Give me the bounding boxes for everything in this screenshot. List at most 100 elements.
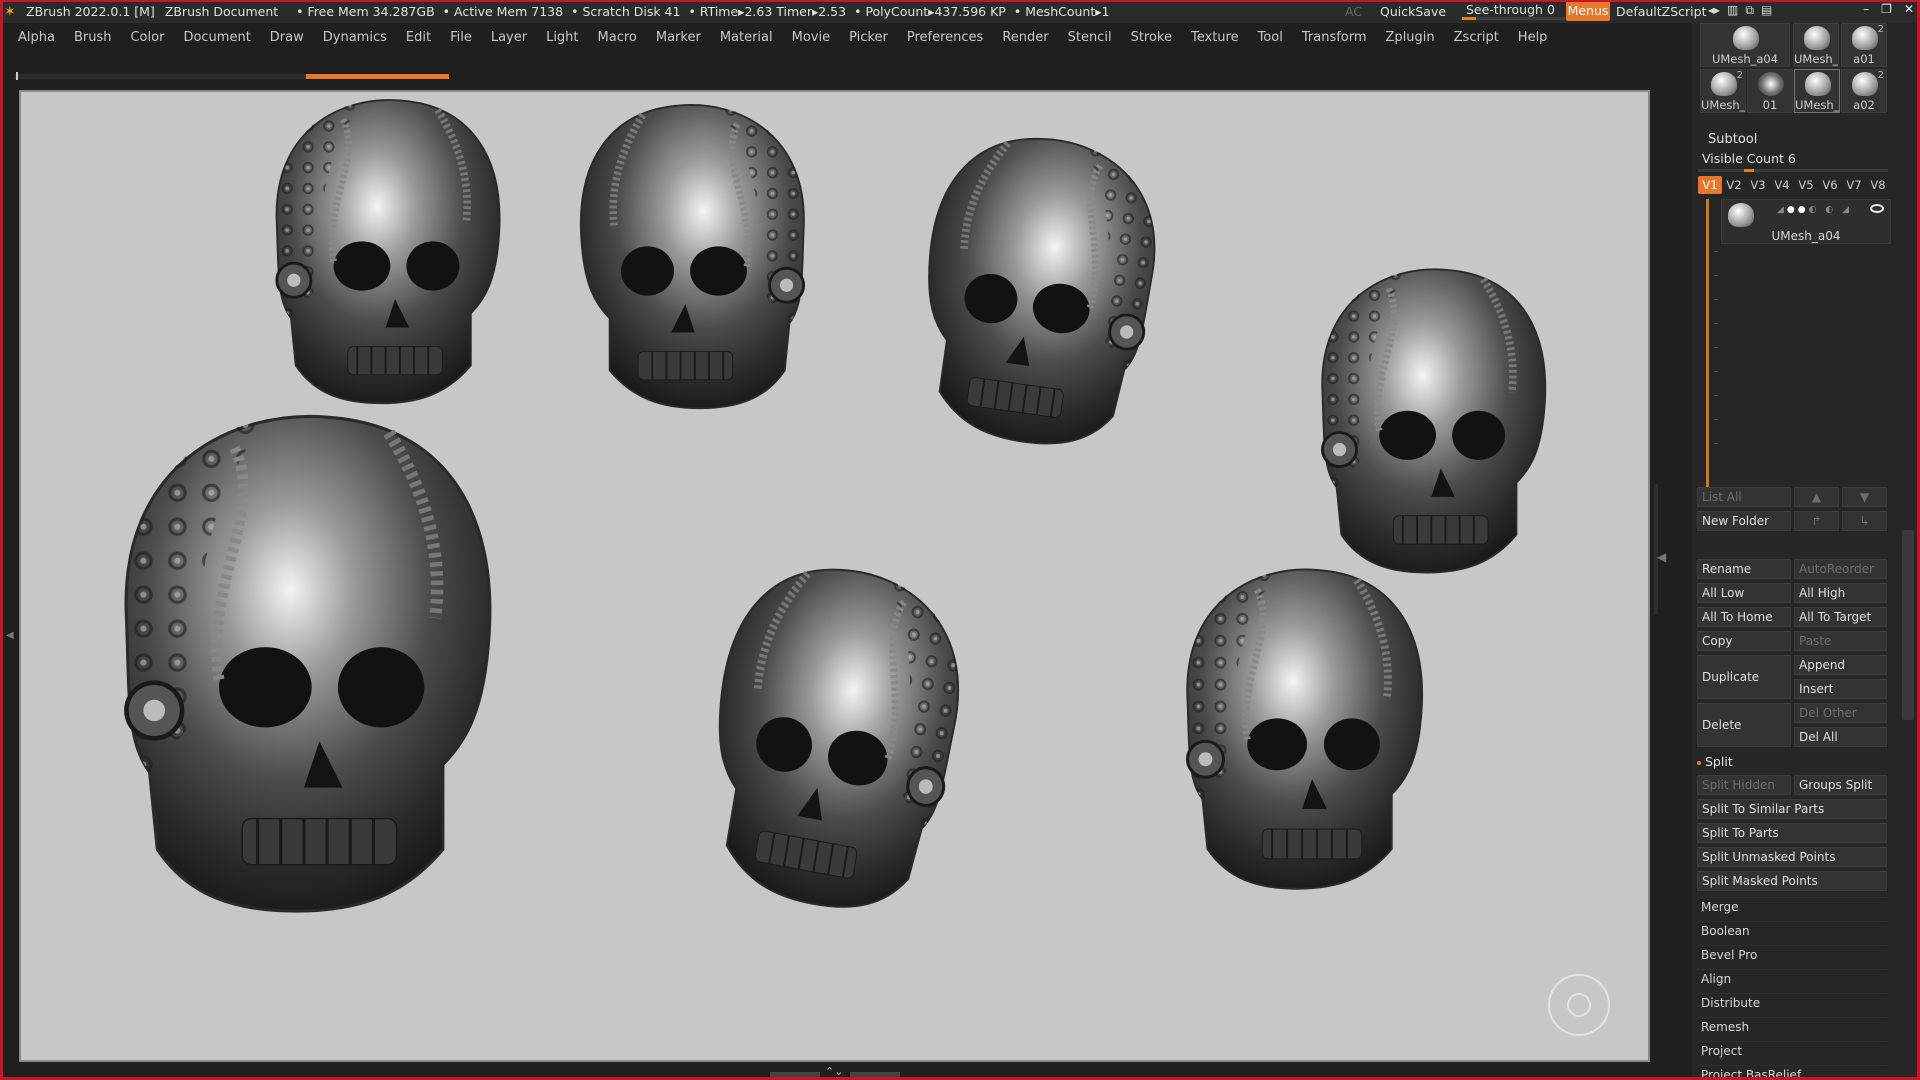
all-high-button[interactable]: All High xyxy=(1794,583,1887,603)
menu-material[interactable]: Material xyxy=(710,30,783,45)
default-zscript-button[interactable]: DefaultZScript xyxy=(1616,4,1707,19)
delete-button[interactable]: Delete xyxy=(1697,703,1791,747)
section-bevel-pro[interactable]: Bevel Pro xyxy=(1697,945,1887,965)
folder-move-icon[interactable]: ↱ xyxy=(1794,511,1839,531)
copy-button[interactable]: Copy xyxy=(1697,631,1791,651)
split-masked-button[interactable]: Split Masked Points xyxy=(1697,871,1887,891)
new-folder-button[interactable]: New Folder xyxy=(1697,511,1791,531)
menu-document[interactable]: Document xyxy=(173,30,260,45)
del-other-button[interactable]: Del Other xyxy=(1794,703,1887,723)
all-low-button[interactable]: All Low xyxy=(1697,583,1791,603)
tray-icon[interactable]: ▤ xyxy=(1761,3,1772,18)
list-scrollbar[interactable] xyxy=(1706,199,1709,489)
split-section-header[interactable]: Split xyxy=(1697,754,1733,769)
tool-thumb[interactable]: UMesh_ xyxy=(1793,23,1839,67)
menu-alpha[interactable]: Alpha xyxy=(8,30,65,45)
right-tray-toggle[interactable]: ◀ xyxy=(1652,90,1692,1062)
append-button[interactable]: Append xyxy=(1794,655,1887,675)
menu-zplugin[interactable]: Zplugin xyxy=(1376,30,1445,45)
subtool-title[interactable]: Subtool xyxy=(1708,132,1757,147)
menu-macro[interactable]: Macro xyxy=(588,30,647,45)
menu-marker[interactable]: Marker xyxy=(646,30,711,45)
eye-icon[interactable] xyxy=(1870,204,1884,213)
version-button-v7[interactable]: V7 xyxy=(1842,176,1866,194)
split-unmasked-button[interactable]: Split Unmasked Points xyxy=(1697,847,1887,867)
split-similar-button[interactable]: Split To Similar Parts xyxy=(1697,799,1887,819)
version-button-v2[interactable]: V2 xyxy=(1722,176,1746,194)
section-boolean[interactable]: Boolean xyxy=(1697,921,1887,941)
tool-thumb[interactable]: UMesh_a04 xyxy=(1700,23,1790,67)
version-button-v6[interactable]: V6 xyxy=(1818,176,1842,194)
groups-split-button[interactable]: Groups Split xyxy=(1794,775,1887,795)
bottom-tray-toggle[interactable]: ⌃⌄ xyxy=(770,1065,900,1080)
rename-button[interactable]: Rename xyxy=(1697,559,1791,579)
tool-thumb[interactable]: 01 xyxy=(1747,69,1793,113)
move-down-icon[interactable]: ▼ xyxy=(1842,487,1887,507)
move-up-icon[interactable]: ▲ xyxy=(1794,487,1839,507)
ui-arrows-icon[interactable]: ◂▸ xyxy=(1708,3,1720,18)
version-button-v8[interactable]: V8 xyxy=(1866,176,1890,194)
menu-dynamics[interactable]: Dynamics xyxy=(313,30,397,45)
subtool-item[interactable]: ◢●●◐ ◐ ◢ UMesh_a04 xyxy=(1721,199,1891,244)
duplicate-button[interactable]: Duplicate xyxy=(1697,655,1791,699)
subtool-toggles[interactable]: ◢●●◐ ◐ ◢ xyxy=(1777,205,1852,215)
quicksave-button[interactable]: QuickSave xyxy=(1380,4,1446,19)
menu-stroke[interactable]: Stroke xyxy=(1121,30,1182,45)
menu-draw[interactable]: Draw xyxy=(260,30,314,45)
active-document-indicator[interactable] xyxy=(306,74,449,79)
menu-color[interactable]: Color xyxy=(120,30,174,45)
restore-icon[interactable]: ❐ xyxy=(1881,2,1892,16)
version-button-v3[interactable]: V3 xyxy=(1746,176,1770,194)
paste-button[interactable]: Paste xyxy=(1794,631,1887,651)
tool-thumb[interactable]: a02 2 xyxy=(1841,69,1887,113)
menu-transform[interactable]: Transform xyxy=(1292,30,1377,45)
see-through-slider[interactable]: See-through 0 xyxy=(1462,2,1572,20)
menu-layer[interactable]: Layer xyxy=(481,30,537,45)
section-distribute[interactable]: Distribute xyxy=(1697,993,1887,1013)
document-canvas[interactable] xyxy=(19,90,1650,1062)
menu-zscript[interactable]: Zscript xyxy=(1444,30,1509,45)
all-to-target-button[interactable]: All To Target xyxy=(1794,607,1887,627)
folder-out-icon[interactable]: ↳ xyxy=(1842,511,1887,531)
split-hidden-button[interactable]: Split Hidden xyxy=(1697,775,1791,795)
tool-thumb-selected[interactable]: UMesh_ xyxy=(1794,69,1840,113)
close-icon[interactable]: ✕ xyxy=(1904,2,1914,16)
section-project-basrelief[interactable]: Project BasRelief xyxy=(1697,1065,1887,1080)
list-all-button[interactable]: List All xyxy=(1697,487,1791,507)
tray-scrollbar[interactable] xyxy=(1902,530,1914,720)
menus-toggle-button[interactable]: Menus xyxy=(1566,1,1610,21)
navigation-gizmo[interactable] xyxy=(1548,974,1610,1036)
layout-icon[interactable]: ⧉ xyxy=(1745,3,1754,18)
menu-picker[interactable]: Picker xyxy=(839,30,898,45)
version-button-v5[interactable]: V5 xyxy=(1794,176,1818,194)
menu-movie[interactable]: Movie xyxy=(782,30,840,45)
menu-help[interactable]: Help xyxy=(1508,30,1558,45)
autoreorder-button[interactable]: AutoReorder xyxy=(1794,559,1887,579)
del-all-button[interactable]: Del All xyxy=(1794,727,1887,747)
menu-render[interactable]: Render xyxy=(992,30,1058,45)
minimize-icon[interactable]: – xyxy=(1863,2,1869,16)
section-project[interactable]: Project xyxy=(1697,1041,1887,1061)
tool-thumb[interactable]: UMesh_ 2 xyxy=(1700,69,1746,113)
section-align[interactable]: Align xyxy=(1697,969,1887,989)
menu-texture[interactable]: Texture xyxy=(1181,30,1249,45)
ac-indicator[interactable]: AC xyxy=(1345,4,1362,19)
split-parts-button[interactable]: Split To Parts xyxy=(1697,823,1887,843)
left-tray-toggle[interactable]: ◀ xyxy=(3,90,17,1062)
version-button-v1[interactable]: V1 xyxy=(1698,176,1722,194)
all-to-home-button[interactable]: All To Home xyxy=(1697,607,1791,627)
menu-file[interactable]: File xyxy=(440,30,482,45)
tool-thumb[interactable]: a01 2 xyxy=(1841,23,1887,67)
insert-button[interactable]: Insert xyxy=(1794,679,1887,699)
menu-edit[interactable]: Edit xyxy=(396,30,441,45)
section-merge[interactable]: Merge xyxy=(1697,897,1887,917)
menu-preferences[interactable]: Preferences xyxy=(897,30,993,45)
menu-tool[interactable]: Tool xyxy=(1248,30,1293,45)
section-remesh[interactable]: Remesh xyxy=(1697,1017,1887,1037)
menu-stencil[interactable]: Stencil xyxy=(1058,30,1122,45)
visible-count-slider[interactable] xyxy=(1698,169,1888,172)
version-button-v4[interactable]: V4 xyxy=(1770,176,1794,194)
menu-brush[interactable]: Brush xyxy=(64,30,122,45)
split-view-icon[interactable]: ▥ xyxy=(1727,3,1738,18)
menu-light[interactable]: Light xyxy=(536,30,588,45)
